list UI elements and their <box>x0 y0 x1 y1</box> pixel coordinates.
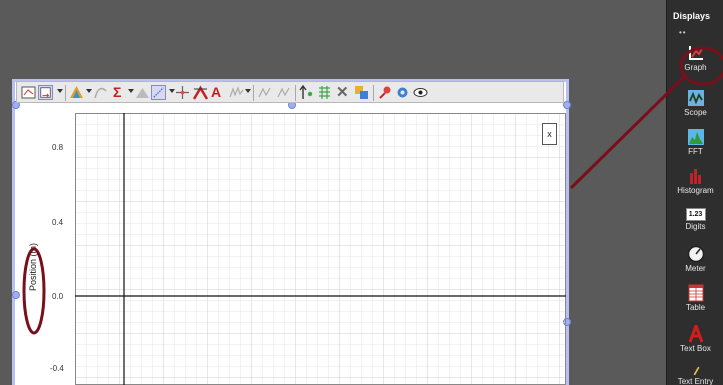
palette-grip[interactable]: •• <box>679 28 687 37</box>
properties-icon[interactable] <box>21 85 36 100</box>
resize-handle[interactable] <box>12 291 20 299</box>
displays-palette: Displays •• Graph Scope FFT Histogram 1.… <box>666 0 723 385</box>
text-entry-icon <box>693 366 700 376</box>
tangent-icon[interactable] <box>193 85 208 100</box>
meter-icon <box>687 245 704 263</box>
graph-icon <box>688 46 704 60</box>
histogram-icon <box>689 169 701 184</box>
palette-item-scope[interactable]: Scope <box>667 89 723 117</box>
palette-item-graph[interactable]: Graph <box>667 44 723 72</box>
crosshair-icon[interactable] <box>175 85 190 100</box>
toolbar-divider <box>65 85 66 101</box>
close-button[interactable]: x <box>542 123 557 145</box>
add-axis-icon[interactable] <box>299 85 314 100</box>
sigma-icon[interactable]: Σ <box>113 85 128 100</box>
gear-icon[interactable] <box>395 85 410 100</box>
chevron-down-icon[interactable] <box>245 89 251 93</box>
palette-item-fft[interactable]: FFT <box>667 128 723 156</box>
overlay-icon[interactable] <box>354 85 369 100</box>
palette-title: Displays <box>673 11 711 21</box>
palette-item-text-entry[interactable]: Text Entry <box>667 366 723 385</box>
annotation-icon[interactable]: A <box>211 85 226 100</box>
y-tick-label: 0.0 <box>52 292 64 301</box>
color-triangle-icon[interactable] <box>69 85 84 100</box>
palette-item-text-box[interactable]: Text Box <box>667 325 723 353</box>
chevron-down-icon[interactable] <box>57 89 63 93</box>
table-icon <box>688 284 703 302</box>
graph-layout-icon[interactable] <box>38 85 53 100</box>
zoom-x-icon[interactable] <box>257 85 272 100</box>
curve-fit-icon[interactable] <box>93 85 108 100</box>
chevron-down-icon[interactable] <box>128 89 134 93</box>
area-icon[interactable] <box>135 85 150 100</box>
scope-icon <box>687 90 704 106</box>
waveform-icon[interactable] <box>229 85 244 100</box>
text-box-icon <box>688 325 703 343</box>
graph-toolbar: Σ A ✕ <box>16 81 564 103</box>
toolbar-divider <box>373 85 374 101</box>
delete-icon[interactable]: ✕ <box>336 85 351 100</box>
zoom-y-icon[interactable] <box>276 85 291 100</box>
eye-icon[interactable] <box>413 85 428 100</box>
y-tick-label: 0.8 <box>52 143 64 152</box>
resize-handle[interactable] <box>563 101 571 109</box>
pin-icon[interactable] <box>377 85 392 100</box>
y-tick-label: 0.4 <box>52 218 64 227</box>
plot-area[interactable] <box>75 113 566 385</box>
chevron-down-icon[interactable] <box>86 89 92 93</box>
palette-item-meter[interactable]: Meter <box>667 245 723 273</box>
scale-axes-icon[interactable] <box>151 85 166 100</box>
add-plot-icon[interactable] <box>317 85 332 100</box>
palette-item-histogram[interactable]: Histogram <box>667 167 723 195</box>
toolbar-divider <box>253 85 254 101</box>
palette-item-table[interactable]: Table <box>667 284 723 312</box>
toolbar-divider <box>295 85 296 101</box>
palette-item-digits[interactable]: 1.23 Digits <box>667 208 723 231</box>
digits-icon: 1.23 <box>685 208 706 221</box>
fft-icon <box>687 129 704 145</box>
y-axis-label[interactable]: Position (m) <box>28 243 38 291</box>
y-tick-label: -0.4 <box>50 364 64 373</box>
